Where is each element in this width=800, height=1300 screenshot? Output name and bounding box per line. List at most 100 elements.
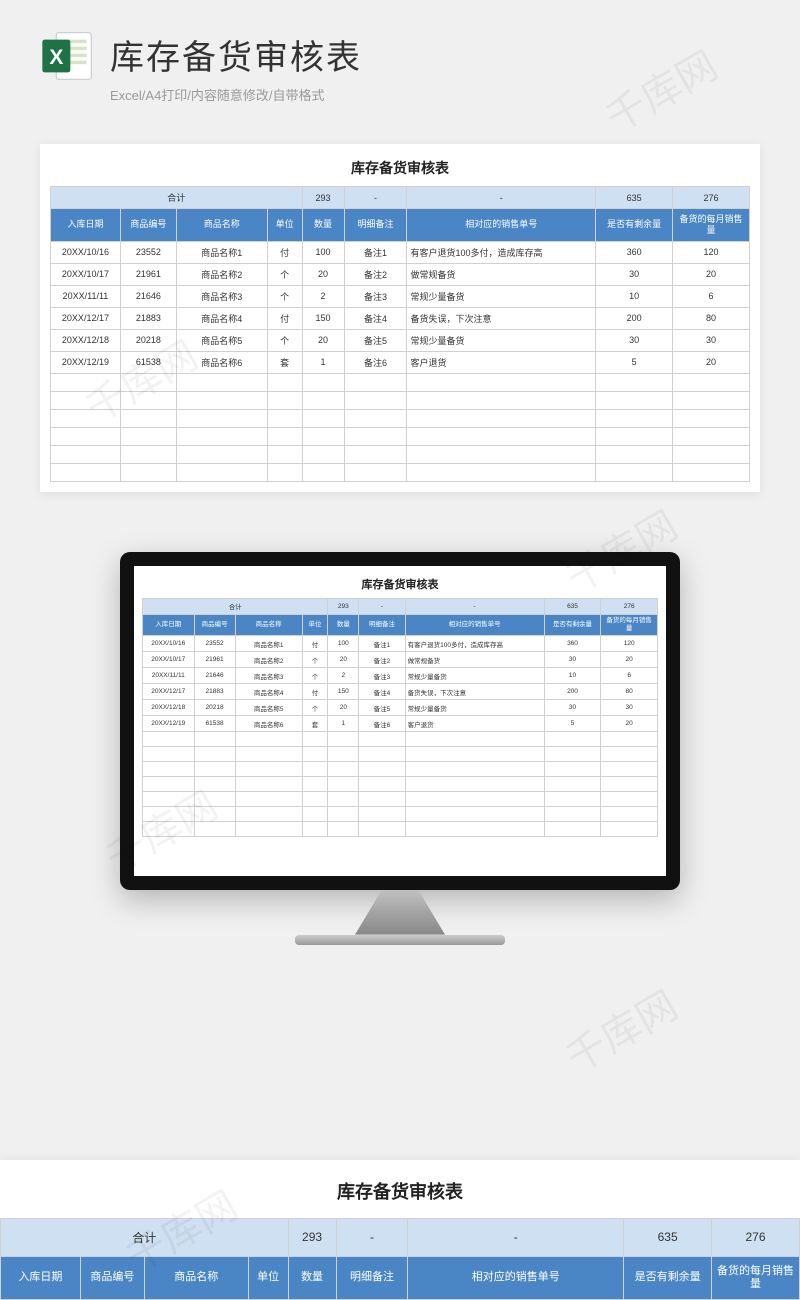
empty-row bbox=[143, 807, 658, 822]
zoom-preview: 库存备货审核表 合计 293 - - 635 276 入库日期 商品编号 商品名… bbox=[0, 1160, 800, 1300]
cell-sale: 客户退货 bbox=[405, 716, 544, 732]
monitor-bezel: 库存备货审核表 合计 293 - - 635 276 入库日期 商品编号 商品名… bbox=[120, 552, 680, 890]
cell-qty: 20 bbox=[328, 652, 359, 668]
cell-name: 商品名称3 bbox=[235, 668, 302, 684]
empty-row bbox=[143, 822, 658, 837]
table-row: 20XX/12/1961538商品名称6套1备注6客户退货520 bbox=[143, 716, 658, 732]
monitor-mockup: 库存备货审核表 合计 293 - - 635 276 入库日期 商品编号 商品名… bbox=[120, 552, 680, 945]
cell-note: 备注4 bbox=[359, 684, 405, 700]
summary-row: 合计 293 - - 635 276 bbox=[143, 598, 658, 614]
cell-qty: 2 bbox=[302, 285, 344, 307]
h-code: 商品编号 bbox=[120, 209, 176, 242]
cell-remain: 5 bbox=[596, 351, 673, 373]
hero-header: X 库存备货审核表 Excel/A4打印/内容随意修改/自带格式 bbox=[0, 0, 800, 124]
inventory-table-zoom: 合计 293 - - 635 276 入库日期 商品编号 商品名称 单位 数量 … bbox=[0, 1218, 800, 1300]
cell-note: 备注5 bbox=[359, 700, 405, 716]
cell-date: 20XX/10/16 bbox=[51, 241, 121, 263]
cell-name: 商品名称5 bbox=[235, 700, 302, 716]
sheet-title-zoom: 库存备货审核表 bbox=[0, 1178, 800, 1204]
cell-date: 20XX/12/17 bbox=[143, 684, 195, 700]
cell-code: 21961 bbox=[194, 652, 235, 668]
page-title: 库存备货审核表 bbox=[110, 30, 760, 79]
cell-date: 20XX/11/11 bbox=[51, 285, 121, 307]
cell-monthly: 20 bbox=[673, 263, 750, 285]
data-rows: 20XX/10/1623552商品名称1付100备注1有客户退货100多付，造成… bbox=[51, 241, 750, 373]
empty-rows bbox=[143, 732, 658, 837]
cell-remain: 30 bbox=[596, 329, 673, 351]
summary-qty: 293 bbox=[302, 187, 344, 209]
cell-unit: 套 bbox=[267, 351, 302, 373]
cell-unit: 个 bbox=[302, 700, 328, 716]
cell-note: 备注1 bbox=[359, 636, 405, 652]
cell-monthly: 80 bbox=[601, 684, 658, 700]
cell-qty: 150 bbox=[302, 307, 344, 329]
spreadsheet-card: 库存备货审核表 合计 293 - - 635 276 入库日期 商品编号 商品名… bbox=[40, 144, 760, 492]
cell-remain: 200 bbox=[544, 684, 601, 700]
cell-name: 商品名称4 bbox=[235, 684, 302, 700]
cell-code: 61538 bbox=[194, 716, 235, 732]
cell-note: 备注2 bbox=[344, 263, 407, 285]
monitor-screen: 库存备货审核表 合计 293 - - 635 276 入库日期 商品编号 商品名… bbox=[134, 566, 666, 876]
inventory-table-monitor: 合计 293 - - 635 276 入库日期 商品编号 商品名称 单位 数量 … bbox=[142, 598, 658, 838]
cell-unit: 付 bbox=[302, 684, 328, 700]
cell-name: 商品名称5 bbox=[176, 329, 267, 351]
h-sale: 相对应的销售单号 bbox=[407, 209, 596, 242]
empty-row bbox=[51, 373, 750, 391]
empty-row bbox=[143, 777, 658, 792]
cell-code: 21646 bbox=[120, 285, 176, 307]
cell-note: 备注2 bbox=[359, 652, 405, 668]
cell-date: 20XX/12/18 bbox=[51, 329, 121, 351]
cell-sale: 常规少量备货 bbox=[407, 285, 596, 307]
table-row: 20XX/10/1721961商品名称2个20备注2做常规备货3020 bbox=[51, 263, 750, 285]
sheet-title: 库存备货审核表 bbox=[50, 158, 750, 178]
cell-sale: 常规少量备货 bbox=[405, 668, 544, 684]
cell-remain: 360 bbox=[544, 636, 601, 652]
cell-monthly: 120 bbox=[673, 241, 750, 263]
cell-qty: 100 bbox=[328, 636, 359, 652]
cell-date: 20XX/12/18 bbox=[143, 700, 195, 716]
cell-name: 商品名称1 bbox=[176, 241, 267, 263]
cell-name: 商品名称4 bbox=[176, 307, 267, 329]
summary-remain: 635 bbox=[596, 187, 673, 209]
cell-remain: 30 bbox=[596, 263, 673, 285]
header-row: 入库日期 商品编号 商品名称 单位 数量 明细备注 相对应的销售单号 是否有剩余… bbox=[143, 614, 658, 636]
cell-unit: 个 bbox=[302, 652, 328, 668]
cell-remain: 10 bbox=[544, 668, 601, 684]
cell-sale: 有客户退货100多付，造成库存高 bbox=[405, 636, 544, 652]
cell-name: 商品名称6 bbox=[176, 351, 267, 373]
cell-monthly: 20 bbox=[673, 351, 750, 373]
empty-row bbox=[51, 445, 750, 463]
h-date: 入库日期 bbox=[51, 209, 121, 242]
cell-monthly: 80 bbox=[673, 307, 750, 329]
table-row: 20XX/10/1623552商品名称1付100备注1有客户退货100多付，造成… bbox=[51, 241, 750, 263]
cell-name: 商品名称1 bbox=[235, 636, 302, 652]
cell-date: 20XX/12/19 bbox=[51, 351, 121, 373]
table-row: 20XX/12/1820218商品名称5个20备注5常规少量备货3030 bbox=[143, 700, 658, 716]
cell-sale: 备货失误，下次注意 bbox=[407, 307, 596, 329]
table-row: 20XX/11/1121646商品名称3个2备注3常规少量备货106 bbox=[51, 285, 750, 307]
cell-qty: 20 bbox=[328, 700, 359, 716]
empty-row bbox=[143, 732, 658, 747]
header-row: 入库日期 商品编号 商品名称 单位 数量 明细备注 相对应的销售单号 是否有剩余… bbox=[51, 209, 750, 242]
cell-date: 20XX/10/17 bbox=[51, 263, 121, 285]
table-row: 20XX/10/1623552商品名称1付100备注1有客户退货100多付，造成… bbox=[143, 636, 658, 652]
table-row: 20XX/12/1961538商品名称6套1备注6客户退货520 bbox=[51, 351, 750, 373]
cell-name: 商品名称3 bbox=[176, 285, 267, 307]
table-row: 20XX/12/1721883商品名称4付150备注4备货失误，下次注意2008… bbox=[51, 307, 750, 329]
empty-row bbox=[143, 762, 658, 777]
summary-label: 合计 bbox=[51, 187, 303, 209]
cell-sale: 有客户退货100多付，造成库存高 bbox=[407, 241, 596, 263]
cell-code: 61538 bbox=[120, 351, 176, 373]
cell-monthly: 6 bbox=[601, 668, 658, 684]
cell-sale: 常规少量备货 bbox=[407, 329, 596, 351]
cell-remain: 5 bbox=[544, 716, 601, 732]
cell-qty: 150 bbox=[328, 684, 359, 700]
cell-remain: 30 bbox=[544, 652, 601, 668]
cell-code: 23552 bbox=[120, 241, 176, 263]
cell-date: 20XX/12/17 bbox=[51, 307, 121, 329]
cell-sale: 做常规备货 bbox=[407, 263, 596, 285]
cell-code: 20218 bbox=[120, 329, 176, 351]
cell-code: 21961 bbox=[120, 263, 176, 285]
cell-name: 商品名称6 bbox=[235, 716, 302, 732]
cell-monthly: 30 bbox=[601, 700, 658, 716]
